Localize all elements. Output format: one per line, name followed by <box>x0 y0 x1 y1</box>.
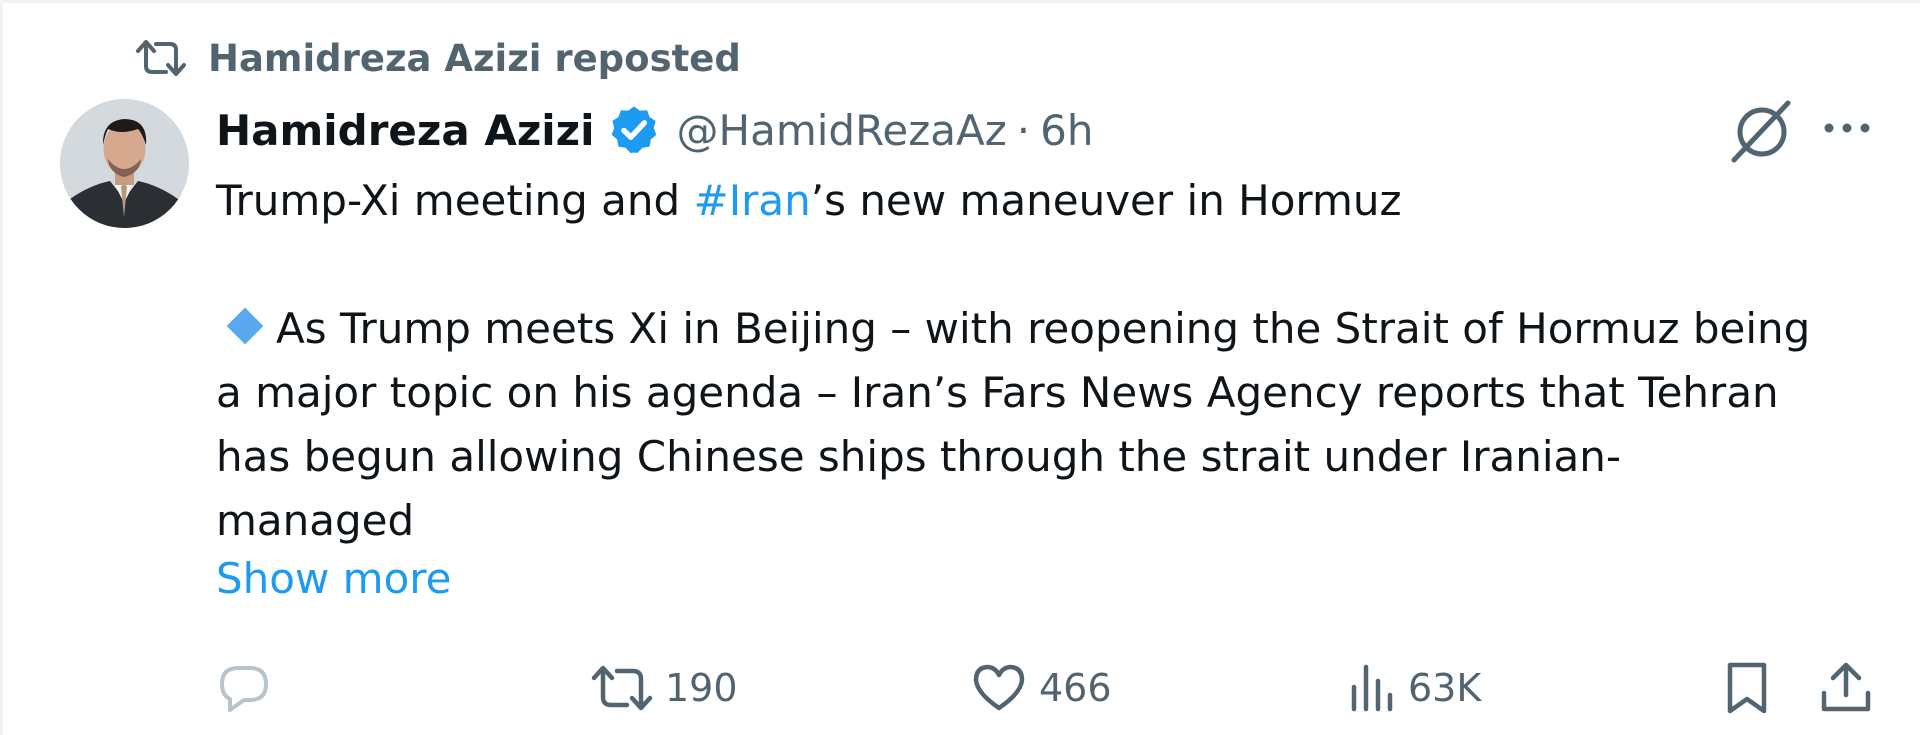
heart-icon <box>973 664 1025 711</box>
repost-icon <box>591 665 653 711</box>
repost-icon <box>136 40 186 76</box>
repost-label[interactable]: Hamidreza Azizi reposted <box>208 37 741 80</box>
timestamp[interactable]: 6h <box>1040 106 1093 155</box>
avatar-image <box>60 99 189 228</box>
bookmark-icon <box>1727 662 1767 714</box>
tweet-line-1-start: Trump-Xi meeting and <box>216 176 694 225</box>
tweet-line-2: As Trump meets Xi in Beijing – with reop… <box>216 297 1896 361</box>
tweet-text: Trump-Xi meeting and #Iran’s new maneuve… <box>216 169 1896 553</box>
share-icon <box>1821 662 1871 712</box>
like-count: 466 <box>1039 666 1112 710</box>
share-button[interactable] <box>1819 658 1873 718</box>
tweet-line-1: Trump-Xi meeting and #Iran’s new maneuve… <box>216 169 1896 233</box>
like-button[interactable]: 466 <box>971 658 1112 718</box>
verified-badge-icon[interactable] <box>607 103 661 157</box>
reply-icon <box>220 666 268 712</box>
repost-context[interactable]: Hamidreza Azizi reposted <box>136 33 741 83</box>
hashtag-link[interactable]: #Iran <box>694 176 811 225</box>
more-options-icon[interactable] <box>1821 113 1873 143</box>
repost-count: 190 <box>665 666 738 710</box>
diamond-bullet-icon <box>226 307 264 345</box>
views-chart-icon <box>1351 664 1393 712</box>
author-handle[interactable]: @HamidRezaAz <box>677 106 1007 155</box>
separator-dot: · <box>1016 105 1031 155</box>
show-more-link[interactable]: Show more <box>216 554 451 603</box>
tweet-line-1-end: ’s new maneuver in Hormuz <box>810 176 1402 225</box>
avatar[interactable] <box>60 99 189 228</box>
tweet-line-2-text: As Trump meets Xi in Beijing – with reop… <box>276 304 1811 353</box>
tweet-line-4: has begun allowing Chinese ships through… <box>216 432 1622 481</box>
tweet-line-3: a major topic on his agenda – Iran’s Far… <box>216 368 1779 417</box>
repost-button[interactable]: 190 <box>591 658 738 718</box>
tweet-line-5: managed <box>216 496 415 545</box>
tweet-card[interactable]: Hamidreza Azizi reposted Hamidreza Azizi… <box>0 0 1920 735</box>
grok-icon[interactable] <box>1728 98 1796 164</box>
bookmark-button[interactable] <box>1725 658 1769 718</box>
tweet-header: Hamidreza Azizi @HamidRezaAz · 6h <box>216 99 1093 161</box>
author-name[interactable]: Hamidreza Azizi <box>216 106 595 155</box>
reply-button[interactable] <box>216 658 284 718</box>
views-count: 63K <box>1408 666 1482 710</box>
views-button[interactable]: 63K <box>1348 658 1481 718</box>
